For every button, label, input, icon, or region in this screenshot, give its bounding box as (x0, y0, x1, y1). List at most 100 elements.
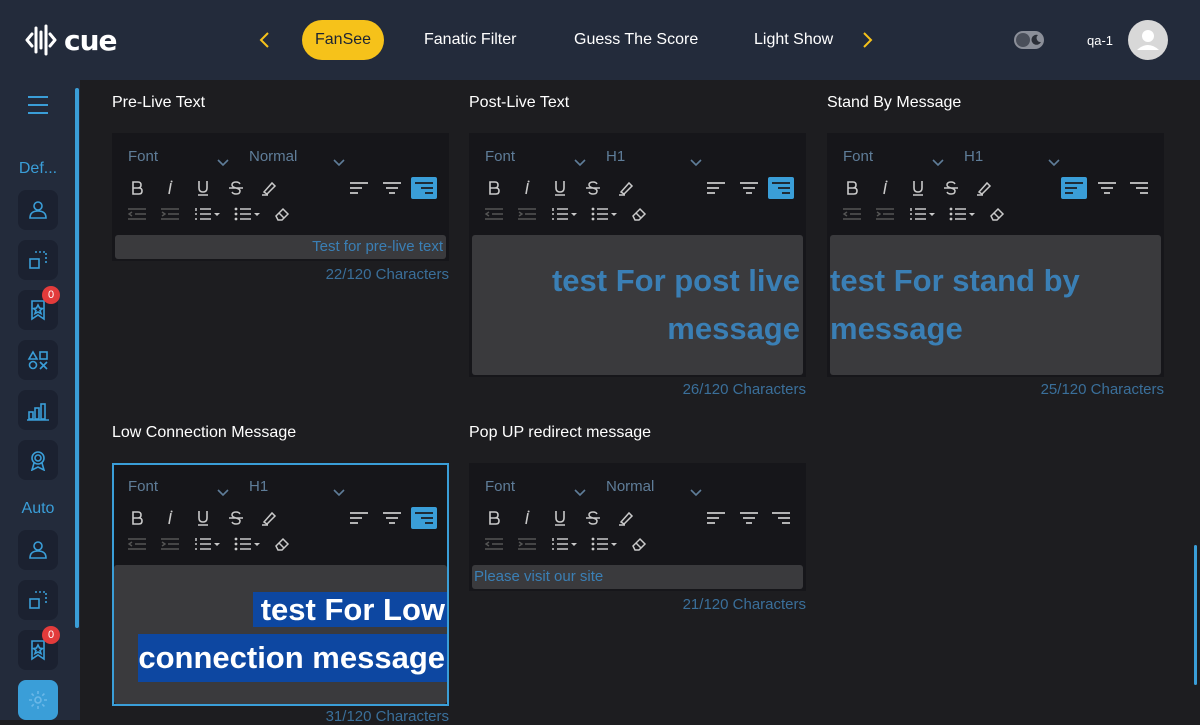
highlight-button[interactable] (613, 507, 639, 529)
sidebar-item-shapes[interactable] (18, 340, 58, 380)
sidebar-item-badge[interactable]: 0 (18, 286, 60, 330)
italic-button[interactable] (514, 177, 540, 199)
page-scrollbar[interactable] (1194, 545, 1197, 685)
bullet-list-button[interactable] (587, 203, 621, 225)
sidebar-item-user[interactable] (18, 530, 58, 570)
sidebar-item-award[interactable] (18, 440, 58, 480)
outdent-button[interactable] (124, 533, 150, 555)
size-select[interactable]: H1 (606, 148, 625, 165)
align-left-button[interactable] (703, 177, 729, 199)
size-select[interactable]: H1 (964, 148, 983, 165)
align-right-button[interactable] (768, 177, 794, 199)
tabs-prev-arrow[interactable] (254, 28, 276, 52)
strikethrough-button[interactable] (938, 177, 964, 199)
size-select-chevron[interactable] (690, 484, 702, 497)
bold-button[interactable] (481, 177, 507, 199)
bullet-list-button[interactable] (230, 533, 264, 555)
font-select-chevron[interactable] (574, 484, 586, 497)
font-select[interactable]: Font (128, 148, 158, 165)
pre-live-text-content[interactable]: Test for pre-live text (115, 235, 446, 259)
highlight-button[interactable] (256, 507, 282, 529)
align-center-button[interactable] (736, 177, 762, 199)
italic-button[interactable] (872, 177, 898, 199)
font-select-chevron[interactable] (574, 154, 586, 167)
underline-button[interactable] (905, 177, 931, 199)
italic-button[interactable] (157, 507, 183, 529)
align-center-button[interactable] (379, 177, 405, 199)
ordered-list-button[interactable] (190, 533, 224, 555)
align-center-button[interactable] (1094, 177, 1120, 199)
align-right-button[interactable] (411, 177, 437, 199)
size-select-chevron[interactable] (690, 154, 702, 167)
font-select-chevron[interactable] (217, 154, 229, 167)
align-center-button[interactable] (736, 507, 762, 529)
strikethrough-button[interactable] (580, 507, 606, 529)
indent-button[interactable] (872, 203, 898, 225)
bold-button[interactable] (124, 177, 150, 199)
font-select[interactable]: Font (843, 148, 873, 165)
bullet-list-button[interactable] (230, 203, 264, 225)
sidebar-item-stats[interactable] (18, 390, 58, 430)
clear-format-button[interactable] (269, 533, 295, 555)
align-right-button[interactable] (768, 507, 794, 529)
font-select[interactable]: Font (485, 478, 515, 495)
menu-icon[interactable] (28, 96, 48, 114)
tab-fansee[interactable]: FanSee (302, 20, 385, 60)
tab-light-show[interactable]: Light Show (754, 20, 833, 60)
post-live-text-content[interactable]: test For post live message (472, 235, 803, 375)
highlight-button[interactable] (256, 177, 282, 199)
sidebar-item-crop[interactable] (18, 240, 58, 280)
strikethrough-button[interactable] (223, 177, 249, 199)
outdent-button[interactable] (839, 203, 865, 225)
font-select[interactable]: Font (128, 478, 158, 495)
size-select-chevron[interactable] (1048, 154, 1060, 167)
underline-button[interactable] (190, 177, 216, 199)
font-select-chevron[interactable] (932, 154, 944, 167)
bold-button[interactable] (839, 177, 865, 199)
bold-button[interactable] (481, 507, 507, 529)
outdent-button[interactable] (481, 203, 507, 225)
tabs-next-arrow[interactable] (856, 28, 878, 52)
size-select[interactable]: Normal (249, 148, 297, 165)
size-select[interactable]: Normal (606, 478, 654, 495)
clear-format-button[interactable] (269, 203, 295, 225)
cue-logo[interactable]: cue (24, 22, 118, 58)
size-select-chevron[interactable] (333, 484, 345, 497)
align-left-button[interactable] (703, 507, 729, 529)
username-label[interactable]: qa-1 (1087, 33, 1113, 48)
outdent-button[interactable] (481, 533, 507, 555)
avatar[interactable] (1128, 20, 1168, 60)
size-select[interactable]: H1 (249, 478, 268, 495)
tab-fanatic-filter[interactable]: Fanatic Filter (424, 20, 516, 60)
sidebar-item-user[interactable] (18, 190, 58, 230)
indent-button[interactable] (514, 533, 540, 555)
indent-button[interactable] (157, 533, 183, 555)
highlight-button[interactable] (971, 177, 997, 199)
sidebar-item-crop[interactable] (18, 580, 58, 620)
align-left-button[interactable] (346, 177, 372, 199)
outdent-button[interactable] (124, 203, 150, 225)
font-select[interactable]: Font (485, 148, 515, 165)
highlight-button[interactable] (613, 177, 639, 199)
bullet-list-button[interactable] (587, 533, 621, 555)
sidebar-item-badge[interactable]: 0 (18, 626, 60, 670)
indent-button[interactable] (514, 203, 540, 225)
italic-button[interactable] (514, 507, 540, 529)
strikethrough-button[interactable] (580, 177, 606, 199)
clear-format-button[interactable] (626, 533, 652, 555)
align-right-button[interactable] (1126, 177, 1152, 199)
clear-format-button[interactable] (984, 203, 1010, 225)
ordered-list-button[interactable] (547, 533, 581, 555)
ordered-list-button[interactable] (547, 203, 581, 225)
align-left-button[interactable] (1061, 177, 1087, 199)
tab-guess-the-score[interactable]: Guess The Score (574, 20, 698, 60)
clear-format-button[interactable] (626, 203, 652, 225)
size-select-chevron[interactable] (333, 154, 345, 167)
sidebar-item-settings[interactable] (18, 680, 58, 720)
theme-toggle[interactable] (1014, 31, 1044, 49)
ordered-list-button[interactable] (190, 203, 224, 225)
font-select-chevron[interactable] (217, 484, 229, 497)
ordered-list-button[interactable] (905, 203, 939, 225)
underline-button[interactable] (190, 507, 216, 529)
underline-button[interactable] (547, 507, 573, 529)
